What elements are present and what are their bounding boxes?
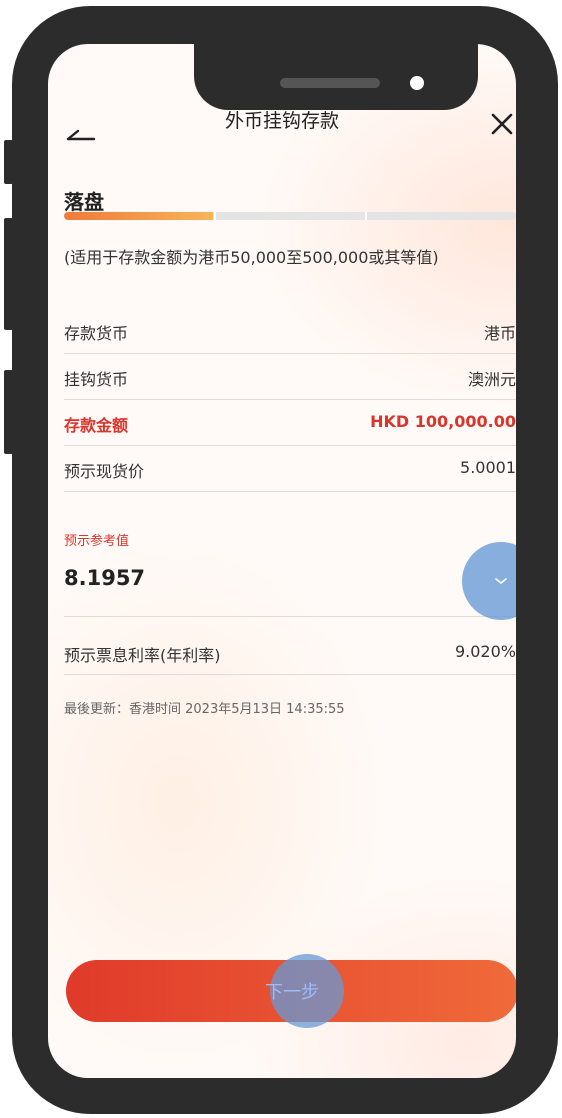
next-button-label: 下一步: [265, 982, 319, 1003]
row-value: 港币: [483, 324, 516, 343]
progress-separator: [214, 212, 216, 220]
row-label: 存款货币: [64, 324, 129, 343]
side-button: [4, 140, 13, 184]
row-value: 澳洲元: [467, 370, 516, 389]
side-button: [4, 370, 13, 454]
chevron-down-icon: [495, 578, 507, 585]
detail-row-deposit-currency: 存款货币 港币: [64, 308, 516, 354]
side-button: [4, 218, 13, 330]
progress-fill: [64, 212, 214, 220]
eligibility-note: (适用于存款金额为港币50,000至500,000或其等值): [64, 248, 439, 267]
row-value: HKD 100,000.00: [370, 412, 516, 431]
progress-bar: [64, 212, 516, 220]
detail-row-spot-price: 预示现货价 5.0001: [64, 446, 516, 492]
speaker: [280, 78, 380, 88]
details-list: 存款货币 港币 挂钩货币 澳洲元 存款金额 HKD 100,000.00 预示现…: [64, 308, 516, 492]
row-label: 预示现货价: [64, 462, 145, 481]
camera: [410, 76, 424, 90]
reference-value-label: 预示参考值: [64, 534, 130, 549]
step-label: 落盘: [64, 190, 104, 214]
page-title: 外币挂钩存款: [224, 110, 339, 132]
next-button[interactable]: 下一步: [66, 954, 516, 1028]
divider: [64, 616, 516, 617]
progress-separator: [365, 212, 367, 220]
detail-row-deposit-amount: 存款金额 HKD 100,000.00: [64, 400, 516, 446]
reference-dropdown-button[interactable]: [462, 542, 516, 620]
row-value: 9.020%: [454, 642, 516, 661]
row-label: 挂钩货币: [64, 370, 129, 389]
notch: [194, 44, 478, 110]
row-value: 5.0001: [460, 458, 516, 477]
row-label: 存款金额: [64, 416, 129, 435]
reference-value-select[interactable]: 8.1957: [64, 566, 145, 590]
detail-row-linked-currency: 挂钩货币 澳洲元: [64, 354, 516, 400]
coupon-rate-row: 预示票息利率(年利率) 9.020%: [64, 630, 516, 675]
last-updated: 最後更新：香港时间 2023年5月13日 14:35:55: [64, 702, 345, 717]
app-screen: 外币挂钩存款 落盘 (适用于存款金额为港币50,000至500,000或其等值)…: [48, 44, 516, 1078]
row-label: 预示票息利率(年利率): [64, 646, 221, 665]
close-icon[interactable]: [488, 110, 516, 138]
